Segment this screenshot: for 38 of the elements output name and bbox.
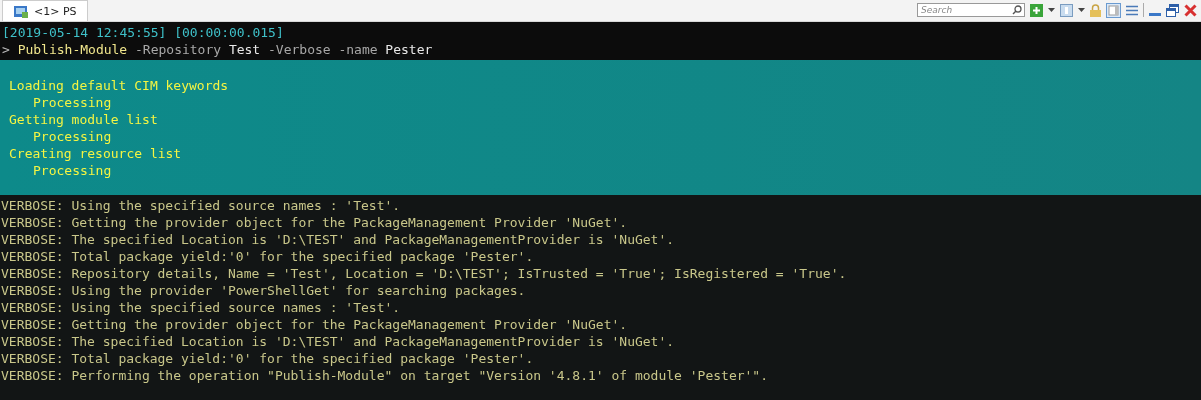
verbose-line: VERBOSE: Getting the provider object for the PackageManagement Provider 'NuGet'. (1, 214, 628, 231)
command-token: Pester (385, 41, 433, 58)
verbose-line: VERBOSE: Using the provider 'PowerShellGet' for searching packages. (1, 282, 526, 299)
command-token: Test (228, 41, 261, 58)
search-icon (1012, 5, 1022, 15)
verbose-line: VERBOSE: The specified Location is 'D:\TEST' and PackageManagementProvider is 'NuGet'. (1, 333, 675, 350)
progress-activity: Creating resource list (9, 145, 183, 162)
command-token: -name (338, 41, 378, 58)
restore-icon[interactable] (1166, 3, 1179, 17)
progress-status: Processing (32, 94, 113, 111)
caret-icon[interactable] (1078, 8, 1085, 12)
verbose-line: VERBOSE: Performing the operation "Publish-Module" on target "Version '4.8.1' of module 'Pester'". (1, 367, 768, 384)
verbose-line: VERBOSE: Total package yield:'0' for the specified package 'Pester'. (1, 248, 534, 265)
verbose-line: VERBOSE: Total package yield:'0' for the specified package 'Pester'. (1, 350, 534, 367)
progress-status: Processing (32, 162, 113, 179)
add-icon[interactable] (1030, 3, 1043, 17)
panel-icon[interactable] (1060, 3, 1073, 17)
verbose-line: VERBOSE: Using the specified source names : 'Test'. (1, 197, 401, 214)
command-token: > (2, 41, 10, 58)
menu-icon[interactable] (1126, 4, 1138, 16)
verbose-line: VERBOSE: Using the specified source names : 'Test'. (1, 299, 401, 316)
verbose-line: VERBOSE: Repository details, Name = 'Test', Location = 'D:\TEST'; IsTrusted = 'True'; IsRegistered = 'True'. (1, 265, 847, 282)
progress-status: Processing (32, 128, 113, 145)
verbose-line: VERBOSE: Getting the provider object for the PackageManagement Provider 'NuGet'. (1, 316, 628, 333)
caret-icon[interactable] (1048, 8, 1055, 12)
command-token: Publish-Module (17, 41, 128, 58)
console-tab[interactable]: <1> PS (2, 0, 88, 21)
progress-activity: Getting module list (9, 111, 159, 128)
console-icon (13, 4, 29, 18)
progress-activity: Loading default CIM keywords (9, 77, 230, 94)
layout-icon[interactable] (1106, 2, 1121, 18)
close-icon[interactable] (1184, 3, 1197, 17)
command-token: -Repository (135, 41, 222, 58)
timestamp-text: [2019-05-14 12:45:55] [00:00:00.015] (2, 24, 285, 41)
lock-icon[interactable] (1090, 3, 1101, 17)
command-token: -Verbose (268, 41, 331, 58)
verbose-line: VERBOSE: The specified Location is 'D:\TEST' and PackageManagementProvider is 'NuGet'. (1, 231, 675, 248)
search-field[interactable]: Search (917, 3, 1025, 17)
